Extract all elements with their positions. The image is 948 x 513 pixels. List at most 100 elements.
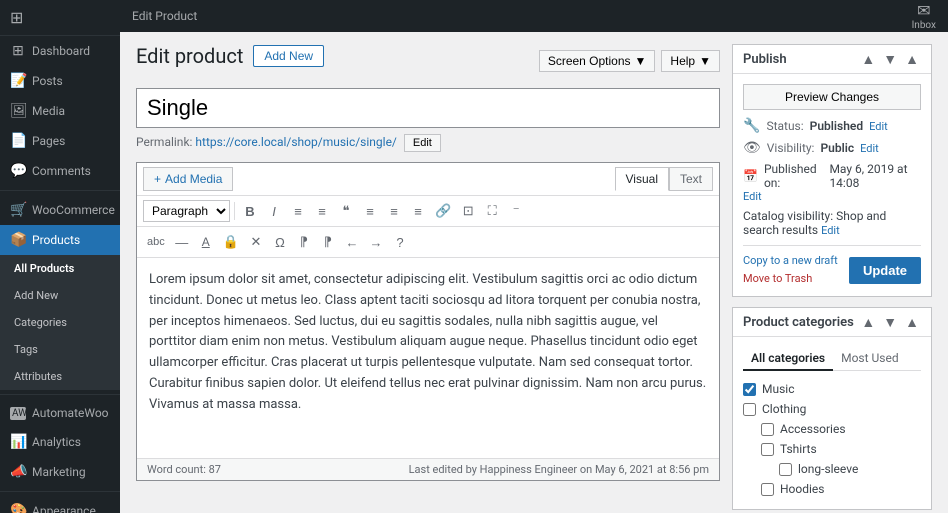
fullscreen-button[interactable]: ⛶ [481,200,503,222]
product-title-input[interactable] [136,88,720,128]
content-area: Edit product Add New Screen Options ▼ He… [120,32,948,513]
cat-label-clothing[interactable]: Clothing [762,402,806,416]
align-left-button[interactable]: ≡ [359,200,381,222]
cat-checkbox-long-sleeve[interactable] [779,463,792,476]
paragraph-select[interactable]: Paragraph [143,200,230,222]
bold-button[interactable]: B [239,200,261,222]
indent-button[interactable]: ⁋ [293,231,315,253]
sidebar-item-pages[interactable]: 📄 Pages [0,126,120,156]
help-chevron-icon: ▼ [699,54,711,68]
cat-checkbox-tshirts[interactable] [761,443,774,456]
status-icon: 🔧 [743,118,760,134]
sidebar-item-comments[interactable]: 💬 Comments [0,156,120,186]
analytics-icon: 📊 [10,434,26,450]
permalink-url[interactable]: https://core.local/shop/music/single/ [195,135,396,149]
tab-visual[interactable]: Visual [615,167,669,191]
tab-all-categories[interactable]: All categories [743,347,833,371]
permalink-label: Permalink: [136,135,192,149]
metabox-collapse-down-button[interactable]: ▼ [881,51,899,67]
publish-metabox-header[interactable]: Publish ▲ ▼ ▲ [733,45,931,74]
toggle-toolbar-button[interactable]: ⁻ [505,200,527,222]
permalink-edit-button[interactable]: Edit [404,134,441,152]
outdent-button[interactable]: ⁋ [317,231,339,253]
undo-button[interactable]: ← [341,231,363,253]
insert-link-button[interactable]: 🔗 [431,200,455,222]
calendar-icon: 📅 [743,169,758,183]
editor-content[interactable]: Lorem ipsum dolor sit amet, consectetur … [137,258,719,458]
sidebar-item-media[interactable]: 🖼 Media [0,96,120,126]
insert-table-button[interactable]: ⊡ [457,200,479,222]
sidebar-item-label: Appearance [32,504,96,513]
align-right-button[interactable]: ≡ [407,200,429,222]
sidebar-item-label: Pages [32,134,65,148]
cat-collapse-up-button[interactable]: ▲ [859,314,877,330]
metabox-collapse-up-button[interactable]: ▲ [859,51,877,67]
wp-logo-icon: ⊞ [10,8,23,27]
clear-format-button[interactable]: ✕ [245,231,267,253]
sidebar-item-appearance[interactable]: 🎨 Appearance [0,496,120,513]
unordered-list-button[interactable]: ≡ [311,200,333,222]
sidebar-item-label: WooCommerce [32,203,115,217]
cat-label-music[interactable]: Music [762,382,794,396]
add-media-button[interactable]: + Add Media [143,167,233,191]
metabox-close-button[interactable]: ▲ [903,51,921,67]
inbox-button[interactable]: ✉ Inbox [912,1,936,31]
help-editor-button[interactable]: ? [389,231,411,253]
cat-label-long-sleeve[interactable]: long-sleeve [798,462,858,476]
tab-most-used[interactable]: Most Used [833,347,907,371]
categories-metabox-controls: ▲ ▼ ▲ [859,314,921,330]
sidebar-subitem-add-new[interactable]: Add New [0,282,120,309]
special-chars-button[interactable]: Ω [269,231,291,253]
woocommerce-icon: 🛒 [10,202,26,218]
sidebar-item-posts[interactable]: 📝 Posts [0,66,120,96]
redo-button[interactable]: → [365,231,387,253]
sidebar-item-dashboard[interactable]: ⊞ Dashboard [0,36,120,66]
screen-options-button[interactable]: Screen Options ▼ [539,50,656,72]
left-column: Edit product Add New Screen Options ▼ He… [136,44,720,501]
cat-collapse-down-button[interactable]: ▼ [881,314,899,330]
sidebar-item-label: Posts [32,74,63,88]
sidebar-item-label: AutomateWoo [32,406,109,420]
cat-checkbox-hoodies[interactable] [761,483,774,496]
preview-changes-button[interactable]: Preview Changes [743,84,921,110]
cat-checkbox-clothing[interactable] [743,403,756,416]
sidebar-subitem-attributes[interactable]: Attributes [0,363,120,390]
cat-checkbox-accessories[interactable] [761,423,774,436]
copy-draft-link[interactable]: Copy to a new draft [743,254,838,267]
sidebar-item-woocommerce[interactable]: 🛒 WooCommerce [0,195,120,225]
text-color-button[interactable]: A [195,231,217,253]
categories-metabox-header[interactable]: Product categories ▲ ▼ ▲ [733,308,931,337]
cat-close-button[interactable]: ▲ [903,314,921,330]
sidebar-item-marketing[interactable]: 📣 Marketing [0,457,120,487]
cat-item-hoodies: Hoodies [743,479,921,499]
sidebar-item-analytics[interactable]: 📊 Analytics [0,427,120,457]
sidebar-item-label: Products [32,233,80,247]
editor-container: + Add Media Visual Text Paragraph B I [136,162,720,481]
cat-label-accessories[interactable]: Accessories [780,422,846,436]
published-edit-link[interactable]: Edit [743,190,921,203]
cat-label-hoodies[interactable]: Hoodies [780,482,825,496]
visibility-edit-link[interactable]: Edit [860,142,879,155]
inbox-icon: ✉ [917,1,930,20]
blockquote-button[interactable]: ❝ [335,200,357,222]
update-button[interactable]: Update [849,257,921,284]
add-new-button[interactable]: Add New [253,45,324,67]
sidebar-item-products[interactable]: 📦 Products [0,225,120,255]
sidebar-subitem-tags[interactable]: Tags [0,336,120,363]
hr-button[interactable]: — [171,231,193,253]
help-button[interactable]: Help ▼ [661,50,720,72]
paste-from-word-button[interactable]: 🔒 [219,231,243,253]
cat-checkbox-music[interactable] [743,383,756,396]
strikethrough-button[interactable]: abc [143,231,169,253]
sidebar-item-automatewoo[interactable]: AW AutomateWoo [0,399,120,427]
sidebar-subitem-all-products[interactable]: All Products [0,255,120,282]
cat-label-tshirts[interactable]: Tshirts [780,442,817,456]
align-center-button[interactable]: ≡ [383,200,405,222]
tab-text[interactable]: Text [669,167,713,191]
ordered-list-button[interactable]: ≡ [287,200,309,222]
sidebar-subitem-categories[interactable]: Categories [0,309,120,336]
catalog-edit-link[interactable]: Edit [821,224,840,237]
italic-button[interactable]: I [263,200,285,222]
trash-link[interactable]: Move to Trash [743,272,812,285]
status-edit-link[interactable]: Edit [869,120,888,133]
